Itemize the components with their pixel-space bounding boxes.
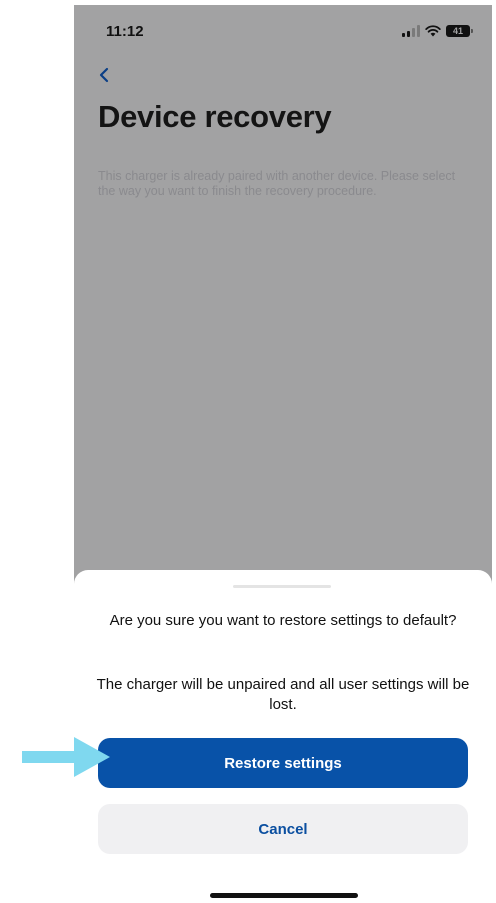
- status-bar: 11:12 41: [74, 5, 492, 57]
- pointer-arrow-icon: [22, 737, 110, 777]
- cancel-button[interactable]: Cancel: [98, 804, 468, 854]
- phone-screen: 11:12 41 Device recovery This charger is…: [74, 5, 492, 903]
- back-button[interactable]: [94, 63, 116, 87]
- wifi-icon: [425, 25, 441, 37]
- restore-settings-button[interactable]: Restore settings: [98, 738, 468, 788]
- cellular-signal-icon: [402, 25, 420, 37]
- home-indicator[interactable]: [210, 893, 358, 898]
- chevron-left-icon: [99, 67, 109, 83]
- battery-icon: 41: [446, 25, 473, 37]
- status-time: 11:12: [106, 23, 144, 40]
- dialog-title: Are you sure you want to restore setting…: [109, 612, 457, 629]
- status-icons: 41: [402, 25, 473, 37]
- sheet-grabber[interactable]: [233, 585, 331, 588]
- dialog-message: The charger will be unpaired and all use…: [96, 676, 470, 713]
- dimmed-background[interactable]: 11:12 41 Device recovery This charger is…: [74, 5, 492, 585]
- confirmation-sheet: Are you sure you want to restore setting…: [74, 570, 492, 903]
- page-description: This charger is already paired with anot…: [98, 169, 456, 198]
- page-title: Device recovery: [98, 99, 332, 134]
